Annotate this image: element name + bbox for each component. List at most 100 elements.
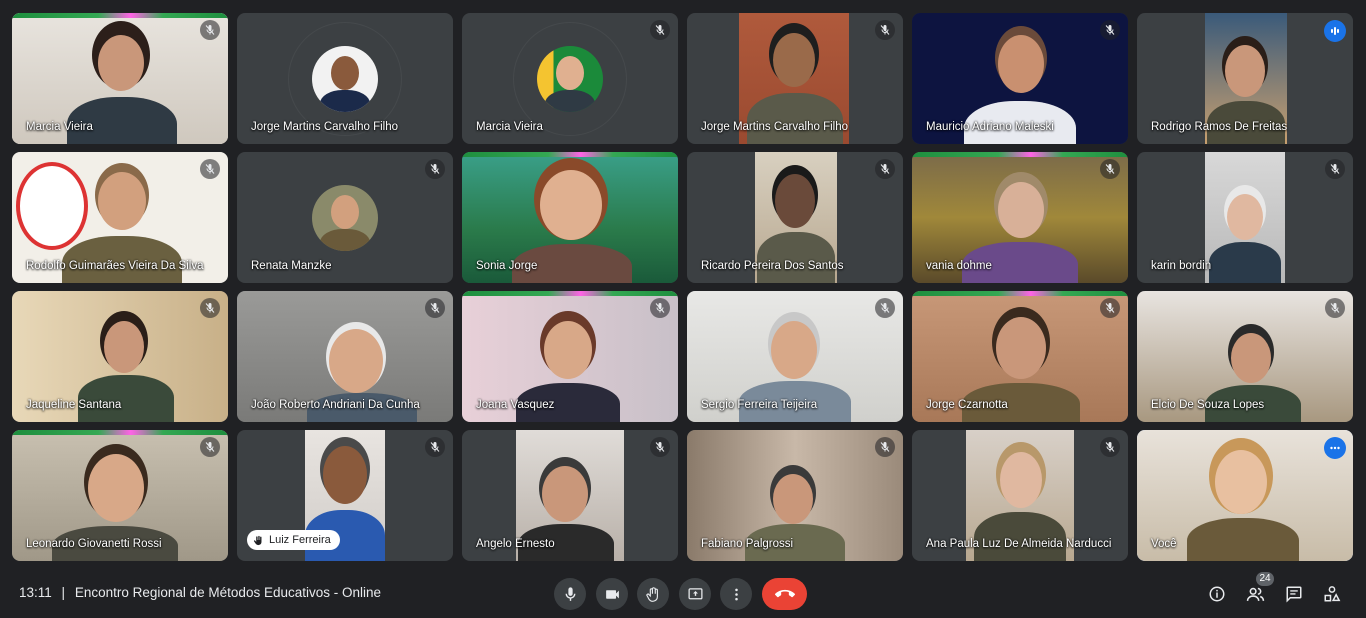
people-button[interactable] xyxy=(1245,584,1265,604)
participant-tile[interactable]: Marcia Vieira xyxy=(462,13,678,144)
participant-tile[interactable]: João Roberto Andriani Da Cunha xyxy=(237,291,453,422)
avatar xyxy=(312,184,378,251)
participant-name: Marcia Vieira xyxy=(476,121,543,133)
participant-name: Sergio Ferreira Teijeira xyxy=(701,399,818,411)
end-call-button[interactable] xyxy=(762,578,807,610)
more-vert-icon xyxy=(734,588,738,600)
mic-off-icon xyxy=(425,298,445,318)
participant-name: Rodolfo Guimarães Vieira Da Silva xyxy=(26,260,204,272)
clock-time: 13:11 xyxy=(19,585,52,600)
self-view-tile[interactable]: Você xyxy=(1137,430,1353,561)
participant-name: Jorge Czarnotta xyxy=(926,399,1008,411)
participant-name: karin bordin xyxy=(1151,260,1212,272)
raise-hand-button[interactable] xyxy=(637,578,669,610)
mic-off-icon xyxy=(650,437,670,457)
participant-name: Angelo Ernesto xyxy=(476,538,555,550)
more-options-icon[interactable] xyxy=(1324,437,1346,459)
mic-off-icon xyxy=(875,20,895,40)
mic-off-icon xyxy=(425,159,445,179)
participant-tile[interactable]: Ricardo Pereira Dos Santos xyxy=(687,152,903,283)
mic-off-icon xyxy=(875,159,895,179)
participant-name: Sonia Jorge xyxy=(476,260,538,272)
hand-icon xyxy=(645,586,658,602)
mic-icon xyxy=(565,586,575,601)
participant-tile[interactable]: vania dohme xyxy=(912,152,1128,283)
mic-button[interactable] xyxy=(554,578,586,610)
participant-name: Jorge Martins Carvalho Filho xyxy=(251,121,399,133)
activities-button[interactable] xyxy=(1322,584,1342,604)
present-screen-button[interactable] xyxy=(679,578,711,610)
mic-off-icon xyxy=(200,20,220,40)
bottom-control-bar: 13:11 | Encontro Regional de Métodos Edu… xyxy=(0,570,1366,618)
meeting-details: 13:11 | Encontro Regional de Métodos Edu… xyxy=(19,585,381,600)
participant-name: vania dohme xyxy=(926,260,992,272)
participant-tile[interactable]: karin bordin xyxy=(1137,152,1353,283)
participant-tile[interactable]: Jaqueline Santana xyxy=(12,291,228,422)
participant-tile[interactable]: Sonia Jorge xyxy=(462,152,678,283)
participant-tile[interactable]: Rodrigo Ramos De Freitas xyxy=(1137,13,1353,144)
participant-tile[interactable]: Rodolfo Guimarães Vieira Da Silva xyxy=(12,152,228,283)
chat-button[interactable] xyxy=(1284,584,1304,604)
participant-tile[interactable]: Mauricio Adriano Maleski xyxy=(912,13,1128,144)
participant-tile[interactable]: Fabiano Palgrossi xyxy=(687,430,903,561)
participant-tile[interactable]: Luiz Ferreira xyxy=(237,430,453,561)
participant-tile[interactable]: Ana Paula Luz De Almeida Narducci xyxy=(912,430,1128,561)
participant-tile[interactable]: Elcio De Souza Lopes xyxy=(1137,291,1353,422)
participant-name: Mauricio Adriano Maleski xyxy=(926,121,1054,133)
participant-grid: Marcia Vieira Jorge Martins Carvalho Fil… xyxy=(12,13,1354,562)
mic-off-icon xyxy=(425,437,445,457)
participant-name: Jaqueline Santana xyxy=(26,399,122,411)
mic-off-icon xyxy=(200,437,220,457)
participant-name: Leonardo Giovanetti Rossi xyxy=(26,538,162,550)
participant-tile[interactable]: Leonardo Giovanetti Rossi xyxy=(12,430,228,561)
present-screen-icon xyxy=(687,587,703,599)
mic-off-icon xyxy=(200,298,220,318)
participant-name: Rodrigo Ramos De Freitas xyxy=(1151,121,1288,133)
avatar xyxy=(537,45,603,112)
people-icon xyxy=(1246,587,1264,601)
participant-tile[interactable]: Renata Manzke xyxy=(237,152,453,283)
participant-name: Ricardo Pereira Dos Santos xyxy=(701,260,844,272)
participant-tile[interactable]: Jorge Martins Carvalho Filho xyxy=(687,13,903,144)
mic-off-icon xyxy=(1325,159,1345,179)
participant-name: Joana Vasquez xyxy=(476,399,555,411)
mic-off-icon xyxy=(1325,298,1345,318)
participant-tile[interactable]: Jorge Czarnotta xyxy=(912,291,1128,422)
mic-off-icon xyxy=(875,437,895,457)
mic-off-icon xyxy=(1100,159,1120,179)
hand-icon xyxy=(253,535,262,545)
participant-tile[interactable]: Angelo Ernesto xyxy=(462,430,678,561)
camera-button[interactable] xyxy=(596,578,628,610)
participant-tile[interactable]: Sergio Ferreira Teijeira xyxy=(687,291,903,422)
activities-icon xyxy=(1324,586,1341,602)
participant-name: Renata Manzke xyxy=(251,260,332,272)
meeting-info-button[interactable] xyxy=(1207,584,1227,604)
mic-off-icon xyxy=(1100,20,1120,40)
participant-name: Fabiano Palgrossi xyxy=(701,538,794,550)
info-icon xyxy=(1209,586,1225,602)
participant-name: Marcia Vieira xyxy=(26,121,93,133)
mic-off-icon xyxy=(650,20,670,40)
separator: | xyxy=(61,585,66,600)
speaking-indicator-icon xyxy=(1324,20,1346,42)
mic-off-icon xyxy=(1100,437,1120,457)
camera-icon xyxy=(605,589,619,599)
participant-name: Jorge Martins Carvalho Filho xyxy=(701,121,849,133)
participant-tile[interactable]: Marcia Vieira xyxy=(12,13,228,144)
meeting-title: Encontro Regional de Métodos Educativos … xyxy=(74,585,382,600)
mic-off-icon xyxy=(1100,298,1120,318)
participant-tile[interactable]: Joana Vasquez xyxy=(462,291,678,422)
more-options-button[interactable] xyxy=(720,578,752,610)
chat-icon xyxy=(1286,586,1302,603)
end-call-icon xyxy=(774,589,795,598)
participant-tile[interactable]: Jorge Martins Carvalho Filho xyxy=(237,13,453,144)
participant-name: Elcio De Souza Lopes xyxy=(1151,399,1265,411)
mic-off-icon xyxy=(200,159,220,179)
participant-name: Você xyxy=(1151,538,1177,550)
participant-name: Luiz Ferreira xyxy=(269,534,331,546)
mic-off-icon xyxy=(650,298,670,318)
participant-name: João Roberto Andriani Da Cunha xyxy=(251,399,420,411)
avatar xyxy=(312,45,378,112)
raised-hand-badge: Luiz Ferreira xyxy=(247,530,340,550)
participant-name: Ana Paula Luz De Almeida Narducci xyxy=(926,538,1112,550)
